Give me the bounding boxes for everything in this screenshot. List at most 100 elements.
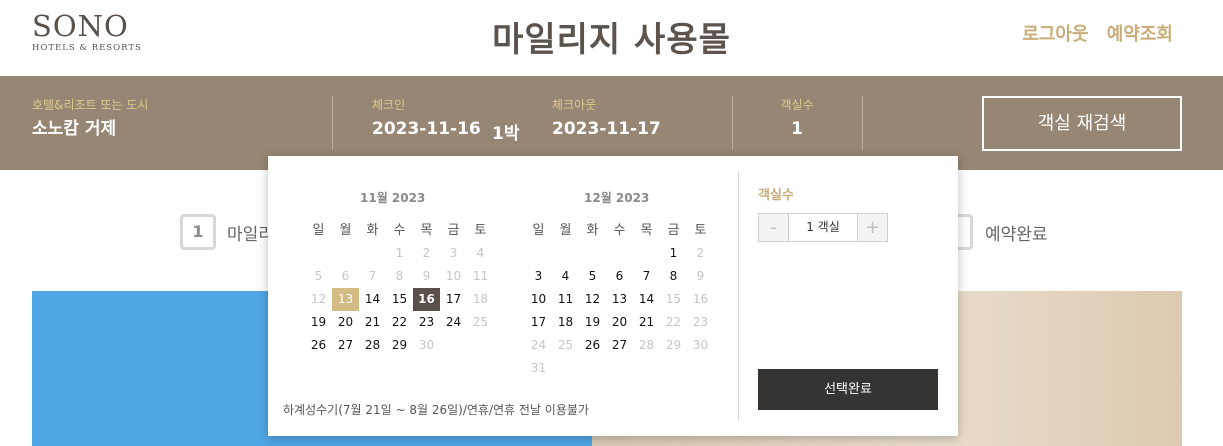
- date-cell[interactable]: 4: [552, 265, 579, 288]
- destination-label: 호텔&리조트 또는 도시: [32, 98, 149, 112]
- checkin-field[interactable]: 체크인 2023-11-16: [372, 98, 481, 139]
- date-cell[interactable]: 6: [606, 265, 633, 288]
- research-rooms-button[interactable]: 객실 재검색: [982, 96, 1182, 151]
- date-cell[interactable]: 13: [606, 288, 633, 311]
- empty-date-cell: [633, 357, 660, 380]
- top-links: 로그아웃 예약조회: [1010, 20, 1173, 46]
- decrease-room-button[interactable]: -: [759, 214, 788, 241]
- nights-count: 1박: [492, 124, 520, 144]
- date-cell[interactable]: 27: [606, 334, 633, 357]
- date-cell[interactable]: 28: [359, 334, 386, 357]
- step-1-badge: 1: [180, 214, 216, 250]
- weekday-label: 토: [474, 223, 487, 238]
- date-cell[interactable]: 20: [332, 311, 359, 334]
- date-cell: 2: [422, 246, 431, 260]
- calendar-week-row: 5 6 7 8 9 10 11: [305, 265, 501, 288]
- date-cell: 10: [445, 269, 462, 283]
- destination-value: 소노캄 거제: [32, 119, 117, 139]
- date-cell[interactable]: 5: [579, 265, 606, 288]
- date-cell: 28: [638, 338, 655, 352]
- weekday-header-row: 일월화수목금토: [305, 219, 501, 242]
- date-cell[interactable]: 14: [633, 288, 660, 311]
- rooms-field[interactable]: 객실수 1: [762, 98, 832, 139]
- today-date-cell[interactable]: 13: [332, 288, 359, 311]
- empty-date-cell: [332, 242, 359, 265]
- weekday-label: 일: [532, 223, 545, 238]
- calendar-week-row: 26 27 28 29 30: [305, 334, 501, 357]
- calendar-month-title: 11월 2023: [360, 191, 426, 205]
- popup-divider: [738, 172, 739, 420]
- calendar-grid: 일 월 화 수 목 금 토 1 2 3 4 5 6 7 8 9 10 11 12 13 14 15 16 17 18 19 20 21…: [525, 219, 721, 380]
- empty-date-cell: [633, 242, 660, 265]
- date-cell[interactable]: 18: [552, 311, 579, 334]
- empty-date-cell: [606, 357, 633, 380]
- weekday-label: 화: [586, 223, 599, 238]
- date-cell[interactable]: 19: [305, 311, 332, 334]
- checkout-field[interactable]: 체크아웃 2023-11-17: [552, 98, 661, 139]
- empty-date-cell: [579, 242, 606, 265]
- date-cell[interactable]: 12: [579, 288, 606, 311]
- step-1-label: 마일리: [227, 225, 274, 245]
- rooms-label: 객실수: [780, 98, 814, 112]
- weekday-label: 월: [339, 223, 352, 238]
- date-cell[interactable]: 19: [579, 311, 606, 334]
- calendar-week-row: 17 18 19 20 21 22 23: [525, 311, 721, 334]
- date-cell[interactable]: 24: [440, 311, 467, 334]
- checkin-value: 2023-11-16: [372, 119, 481, 139]
- weekday-label: 목: [640, 223, 653, 238]
- calendar-week-row: 24 25 26 27 28 29 30: [525, 334, 721, 357]
- empty-date-cell: [359, 242, 386, 265]
- empty-date-cell: [660, 357, 687, 380]
- date-cell: 9: [696, 269, 705, 283]
- empty-date-cell: [525, 242, 552, 265]
- date-cell[interactable]: 8: [660, 265, 687, 288]
- date-cell: 18: [472, 292, 489, 306]
- date-cell[interactable]: 15: [386, 288, 413, 311]
- calendar-week-row: 3456789: [525, 265, 721, 288]
- date-cell[interactable]: 17: [525, 311, 552, 334]
- date-cell: 22: [665, 315, 682, 329]
- date-cell[interactable]: 17: [440, 288, 467, 311]
- date-cell[interactable]: 3: [525, 265, 552, 288]
- selected-date-cell[interactable]: 16: [413, 288, 440, 311]
- weekday-label: 금: [667, 223, 680, 238]
- date-cell[interactable]: 7: [633, 265, 660, 288]
- calendar-week-row: 1 2 3 4: [305, 242, 501, 265]
- date-cell[interactable]: 14: [359, 288, 386, 311]
- room-count-label: 객실수: [758, 188, 794, 203]
- date-cell: 2: [696, 246, 705, 260]
- date-cell[interactable]: 26: [579, 334, 606, 357]
- weekday-label: 일: [312, 223, 325, 238]
- calendar-week-row: 12: [525, 242, 721, 265]
- date-cell: 30: [418, 338, 435, 352]
- reservation-lookup-link[interactable]: 예약조회: [1107, 24, 1173, 45]
- date-cell[interactable]: 27: [332, 334, 359, 357]
- site-header: SONO HOTELS & RESORTS 마일리지 사용몰 로그아웃 예약조회: [0, 0, 1223, 76]
- date-cell[interactable]: 21: [359, 311, 386, 334]
- logout-link[interactable]: 로그아웃: [1022, 24, 1088, 45]
- date-cell[interactable]: 21: [633, 311, 660, 334]
- room-count-stepper: - 1 객실 +: [758, 213, 888, 242]
- increase-room-button[interactable]: +: [858, 214, 887, 241]
- date-cell[interactable]: 10: [525, 288, 552, 311]
- date-cell[interactable]: 29: [386, 334, 413, 357]
- weekday-label: 수: [613, 223, 626, 238]
- date-cell: 9: [422, 269, 431, 283]
- date-cell[interactable]: 1: [660, 242, 687, 265]
- date-cell[interactable]: 22: [386, 311, 413, 334]
- calendar-grid: 일 월 화 수 목 금 토 1 2 3 4 5 6 7 8 9 10 11 12 13 14 15 16 17 18 19 20 21…: [305, 219, 501, 357]
- date-cell: 30: [692, 338, 709, 352]
- date-cell: 24: [530, 338, 547, 352]
- date-cell[interactable]: 11: [552, 288, 579, 311]
- selection-done-button[interactable]: 선택완료: [758, 369, 938, 410]
- date-cell[interactable]: 20: [606, 311, 633, 334]
- date-cell[interactable]: 26: [305, 334, 332, 357]
- weekday-label: 토: [694, 223, 707, 238]
- destination-field[interactable]: 호텔&리조트 또는 도시 소노캄 거제: [32, 98, 148, 139]
- divider: [862, 96, 863, 150]
- divider: [332, 96, 333, 150]
- empty-date-cell: [552, 357, 579, 380]
- calendar-week-row: 19 20 21 22 23 24 25: [305, 311, 501, 334]
- date-cell[interactable]: 23: [413, 311, 440, 334]
- calendar-month-title: 12월 2023: [584, 191, 650, 205]
